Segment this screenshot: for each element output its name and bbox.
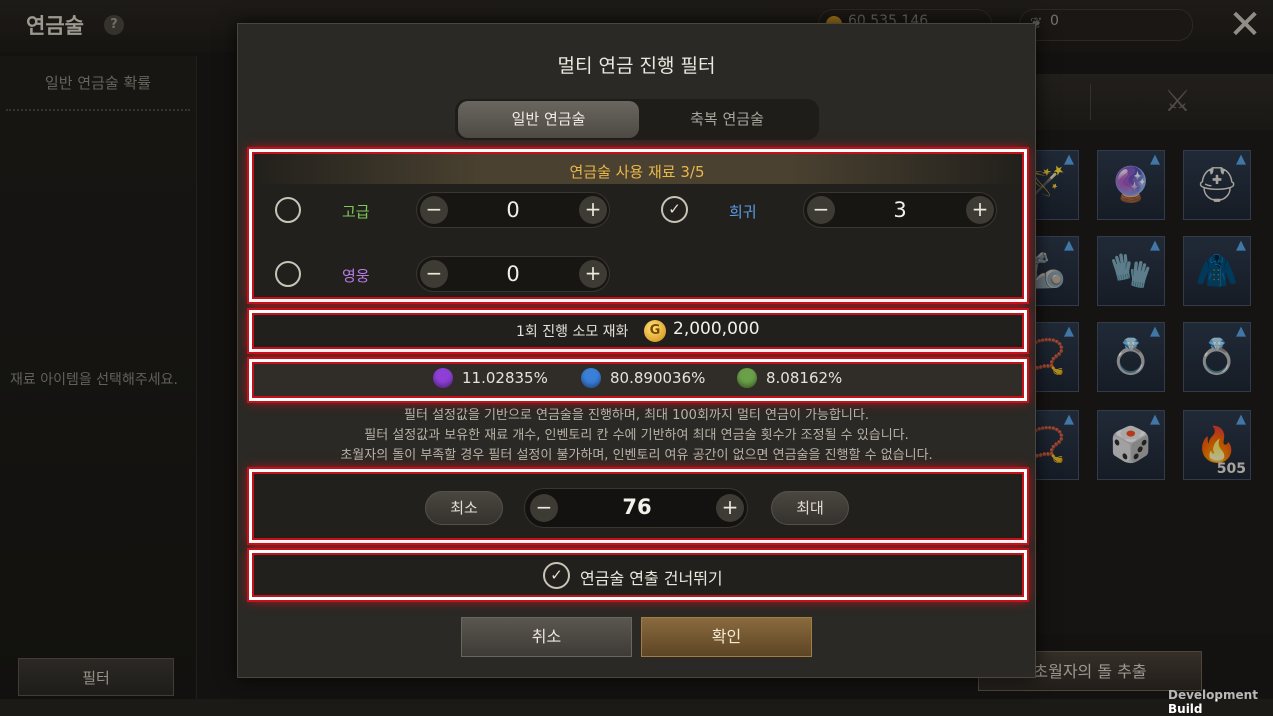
- materials-highlight: [249, 149, 1027, 302]
- cost-highlight: [249, 310, 1027, 352]
- description-line-1: 필터 설정값을 기반으로 연금술을 진행하며, 최대 100회까지 멀티 연금이…: [404, 408, 869, 423]
- count-highlight: [249, 469, 1027, 543]
- cancel-button[interactable]: 취소: [461, 617, 632, 657]
- skip-highlight: [249, 550, 1027, 600]
- description-line-2: 필터 설정값과 보유한 재료 개수, 인벤토리 칸 수에 기반하여 최대 연금술…: [364, 428, 909, 443]
- probability-highlight: [249, 359, 1027, 401]
- dialog-title: 멀티 연금 진행 필터: [557, 55, 716, 77]
- confirm-button[interactable]: 확인: [641, 617, 812, 657]
- tab-normal-alchemy[interactable]: 일반 연금술: [458, 101, 639, 138]
- description-line-3: 초월자의 돌이 부족할 경우 필터 설정이 불가하며, 인벤토리 여유 공간이 …: [340, 448, 933, 463]
- tab-blessed-alchemy[interactable]: 축복 연금술: [639, 101, 815, 138]
